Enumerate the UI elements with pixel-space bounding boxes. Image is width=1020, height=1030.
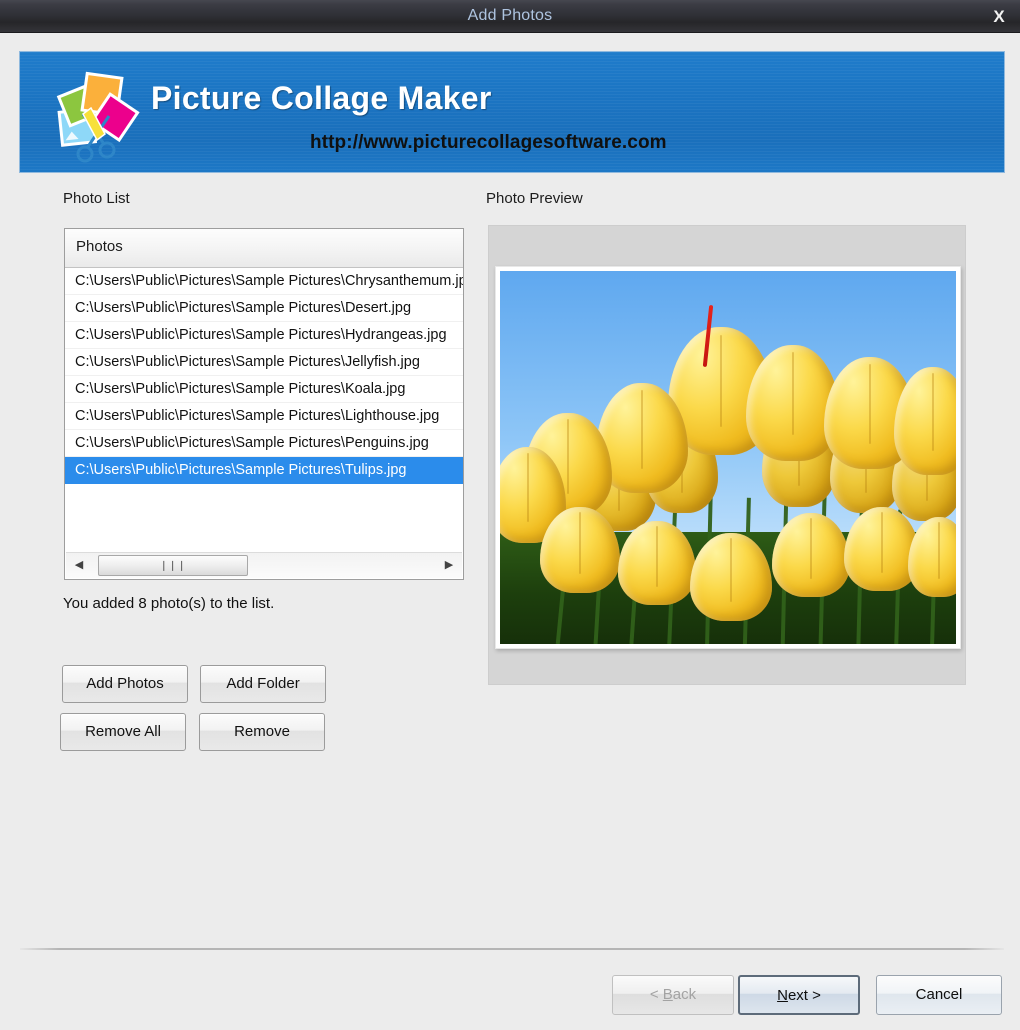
photo-list-item[interactable]: C:\Users\Public\Pictures\Sample Pictures…	[65, 295, 463, 322]
add-folder-button[interactable]: Add Folder	[200, 665, 326, 703]
product-url: http://www.picturecollagesoftware.com	[310, 132, 667, 154]
next-button-rest: ext	[788, 987, 808, 1004]
status-message: You added 8 photo(s) to the list.	[63, 595, 274, 612]
close-icon[interactable]: X	[986, 4, 1012, 29]
dialog-client-area: Picture Collage Maker http://www.picture…	[0, 33, 1020, 1030]
next-button-accel: N	[777, 987, 788, 1004]
back-button-rest: ack	[673, 986, 696, 1003]
preview-image-frame	[495, 266, 961, 649]
picture-collage-maker-logo-icon	[47, 64, 147, 164]
window-titlebar: Add Photos X	[0, 0, 1020, 33]
horizontal-scrollbar[interactable]: ◀ ❘❘❘ ▶	[66, 552, 462, 578]
next-button[interactable]: Next >	[738, 975, 860, 1015]
preview-image-tulips	[500, 271, 956, 644]
photo-list-item[interactable]: C:\Users\Public\Pictures\Sample Pictures…	[65, 322, 463, 349]
photo-list-item[interactable]: C:\Users\Public\Pictures\Sample Pictures…	[65, 430, 463, 457]
photo-list-box[interactable]: Photos C:\Users\Public\Pictures\Sample P…	[64, 228, 464, 580]
back-button-prefix: <	[650, 986, 663, 1003]
add-photos-button[interactable]: Add Photos	[62, 665, 188, 703]
photo-list-rows: C:\Users\Public\Pictures\Sample Pictures…	[65, 268, 463, 544]
scrollbar-thumb[interactable]: ❘❘❘	[98, 555, 248, 576]
cancel-button[interactable]: Cancel	[876, 975, 1002, 1015]
next-button-suffix: >	[808, 987, 821, 1004]
footer-divider	[20, 948, 1004, 950]
back-button[interactable]: < Back	[612, 975, 734, 1015]
scroll-left-arrow-icon[interactable]: ◀	[68, 553, 90, 578]
scroll-right-arrow-icon[interactable]: ▶	[438, 553, 460, 578]
scrollbar-grip-icon: ❘❘❘	[160, 560, 187, 571]
photo-preview-label: Photo Preview	[486, 190, 583, 207]
photo-list-item[interactable]: C:\Users\Public\Pictures\Sample Pictures…	[65, 268, 463, 295]
back-button-accel: B	[663, 986, 673, 1003]
photo-list-item[interactable]: C:\Users\Public\Pictures\Sample Pictures…	[65, 376, 463, 403]
column-header-photos: Photos	[76, 238, 123, 255]
window-title: Add Photos	[0, 0, 1020, 32]
photo-list-item[interactable]: C:\Users\Public\Pictures\Sample Pictures…	[65, 403, 463, 430]
remove-all-button[interactable]: Remove All	[60, 713, 186, 751]
product-banner: Picture Collage Maker http://www.picture…	[19, 51, 1005, 173]
product-name: Picture Collage Maker	[151, 80, 492, 117]
photo-list-item[interactable]: C:\Users\Public\Pictures\Sample Pictures…	[65, 457, 463, 484]
remove-button[interactable]: Remove	[199, 713, 325, 751]
photo-list-label: Photo List	[63, 190, 130, 207]
photo-list-item[interactable]: C:\Users\Public\Pictures\Sample Pictures…	[65, 349, 463, 376]
photo-preview-panel	[488, 225, 966, 685]
photo-list-column-header: Photos	[65, 229, 463, 268]
